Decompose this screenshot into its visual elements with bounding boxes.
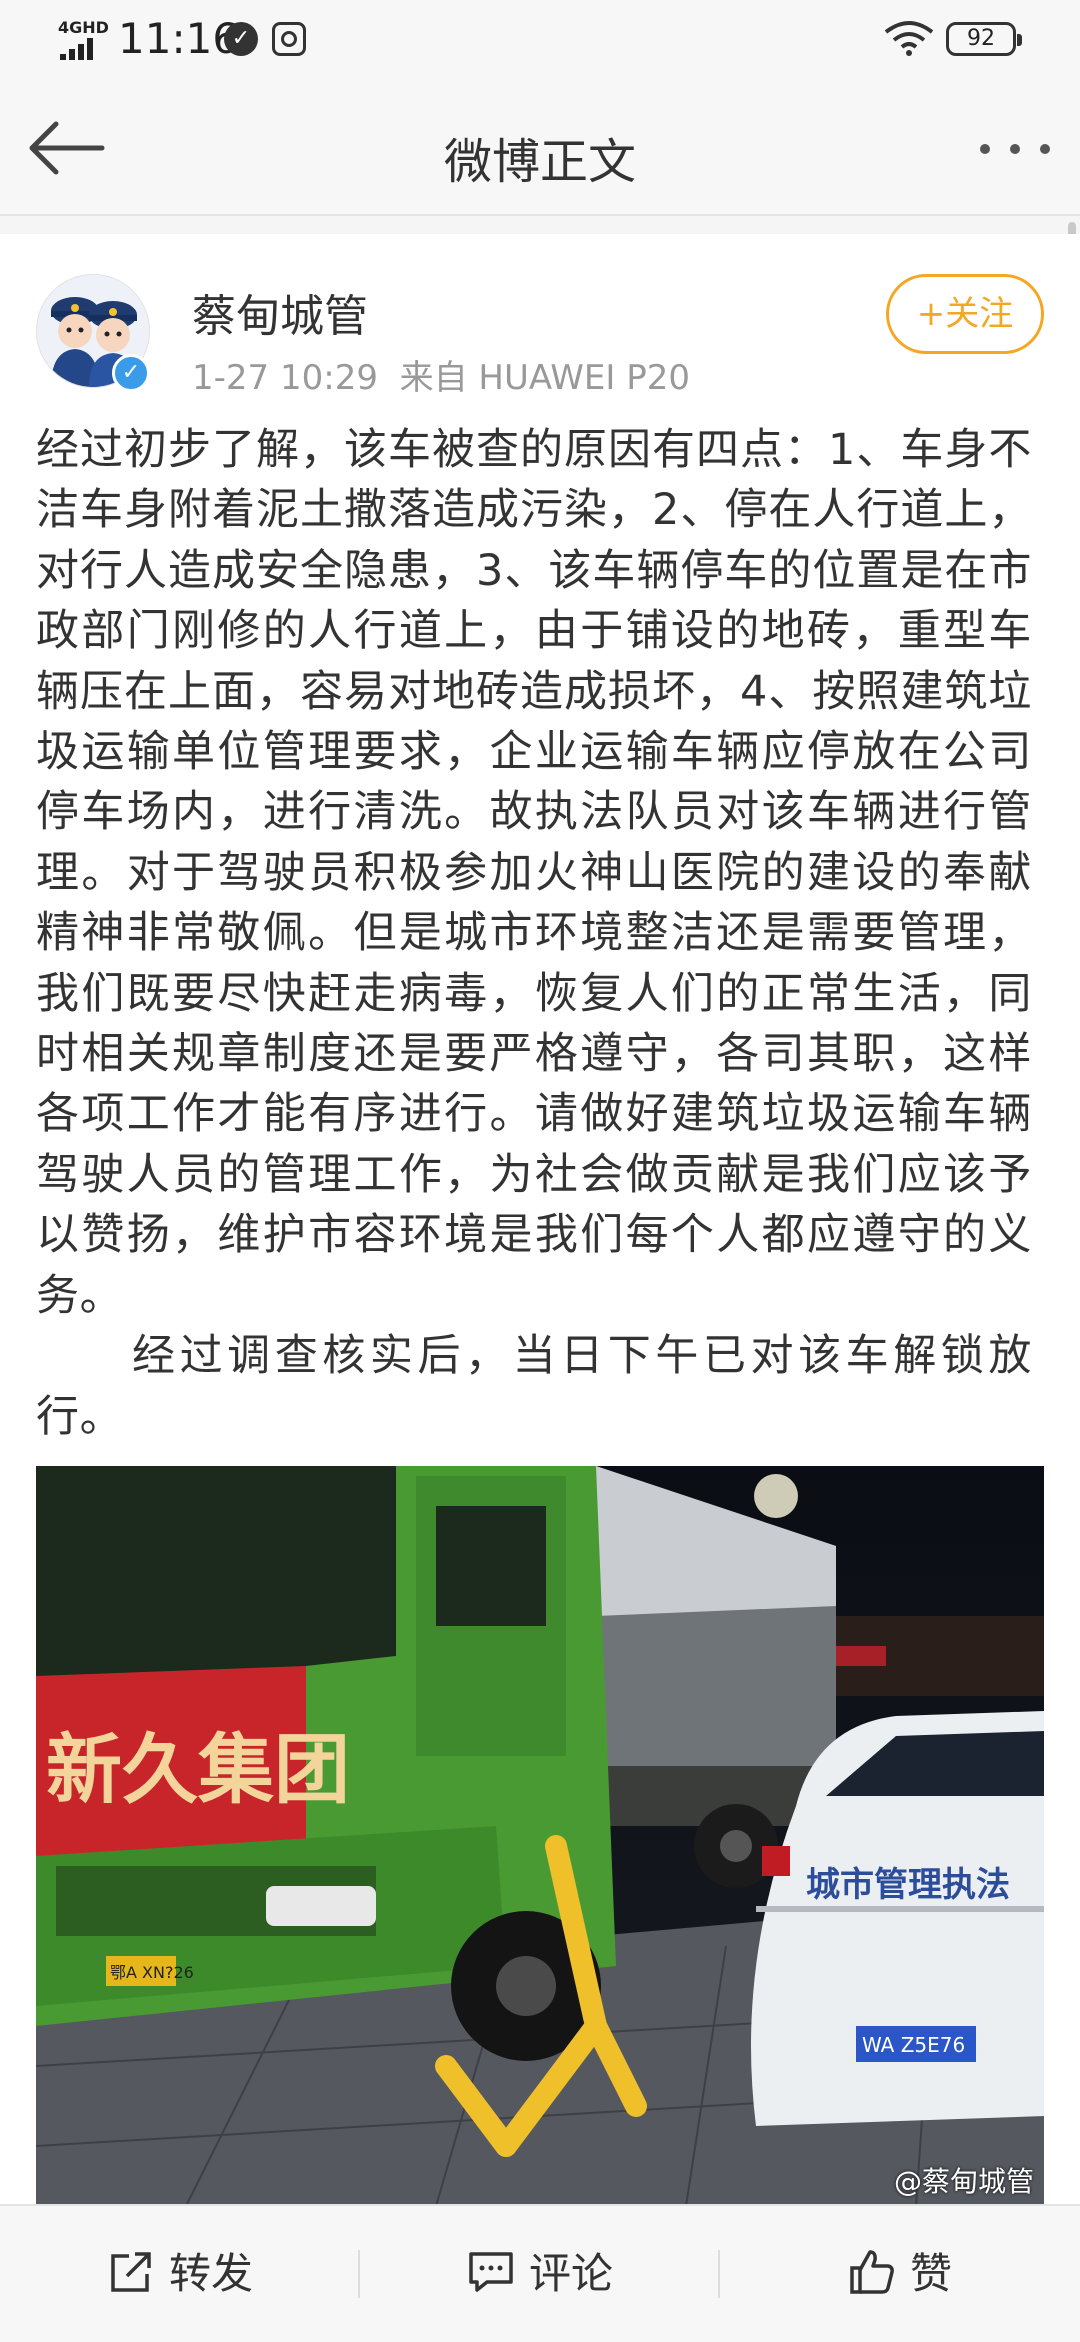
follow-button[interactable]: +关注 <box>886 274 1044 354</box>
car-plate: WA Z5E76 <box>862 2033 965 2057</box>
more-options-icon[interactable] <box>976 130 1056 170</box>
post-source: 来自 HUAWEI P20 <box>399 358 690 398</box>
post-body: 经过初步了解，该车被查的原因有四点：1、车身不洁车身附着泥土撒落造成污染，2、停… <box>36 420 1032 1447</box>
battery-indicator: 92 <box>946 22 1022 56</box>
truck-photo: 新久集团 鄂A XN?26 城市管理执法 WA Z5E76 <box>36 1466 1044 2204</box>
truck-plate: 鄂A XN?26 <box>110 1963 194 1982</box>
image-watermark: @蔡甸城管 <box>893 2165 1034 2198</box>
post-paragraph: 经过初步了解，该车被查的原因有四点：1、车身不洁车身附着泥土撒落造成污染，2、停… <box>36 425 1032 1321</box>
verified-badge-icon: ✓ <box>112 354 150 392</box>
top-nav-bar: 微博正文 <box>0 84 1080 216</box>
check-circle-icon: ✓ <box>224 22 258 56</box>
post-timestamp: 1-27 10:29 <box>192 358 378 398</box>
banner-text: 新久集团 <box>46 1725 350 1814</box>
app-notification-icon <box>272 22 306 56</box>
repost-button[interactable]: 转发 <box>0 2206 360 2342</box>
car-text: 城市管理执法 <box>806 1865 1010 1905</box>
post-paragraph: 经过调查核实后，当日下午已对该车解锁放行。 <box>36 1331 1032 1442</box>
post-meta: 1-27 10:29 来自 HUAWEI P20 <box>192 350 690 399</box>
author-name[interactable]: 蔡甸城管 <box>192 280 368 344</box>
signal-icon <box>60 38 100 60</box>
comment-button[interactable]: 评论 <box>360 2206 720 2342</box>
comment-icon <box>469 2252 513 2292</box>
like-label: 赞 <box>909 2249 952 2298</box>
like-button[interactable]: 赞 <box>720 2206 1080 2342</box>
wifi-icon <box>884 21 934 56</box>
clock: 11:16 <box>118 14 240 63</box>
comment-label: 评论 <box>528 2249 613 2298</box>
page-title: 微博正文 <box>443 134 636 190</box>
thumbs-up-icon <box>850 2250 894 2294</box>
network-type: 4GHD <box>58 18 109 37</box>
repost-icon <box>111 2252 151 2292</box>
repost-label: 转发 <box>168 2249 253 2298</box>
bottom-action-bar: 转发 评论 赞 <box>0 2204 1080 2342</box>
status-bar: 4GHD 11:16 ✓ 92 <box>0 0 1080 84</box>
post-image[interactable]: 新久集团 鄂A XN?26 城市管理执法 WA Z5E76 @蔡甸城管 <box>36 1466 1044 2204</box>
post-card: ✓ 蔡甸城管 1-27 10:29 来自 HUAWEI P20 +关注 经过初步… <box>0 234 1080 2204</box>
